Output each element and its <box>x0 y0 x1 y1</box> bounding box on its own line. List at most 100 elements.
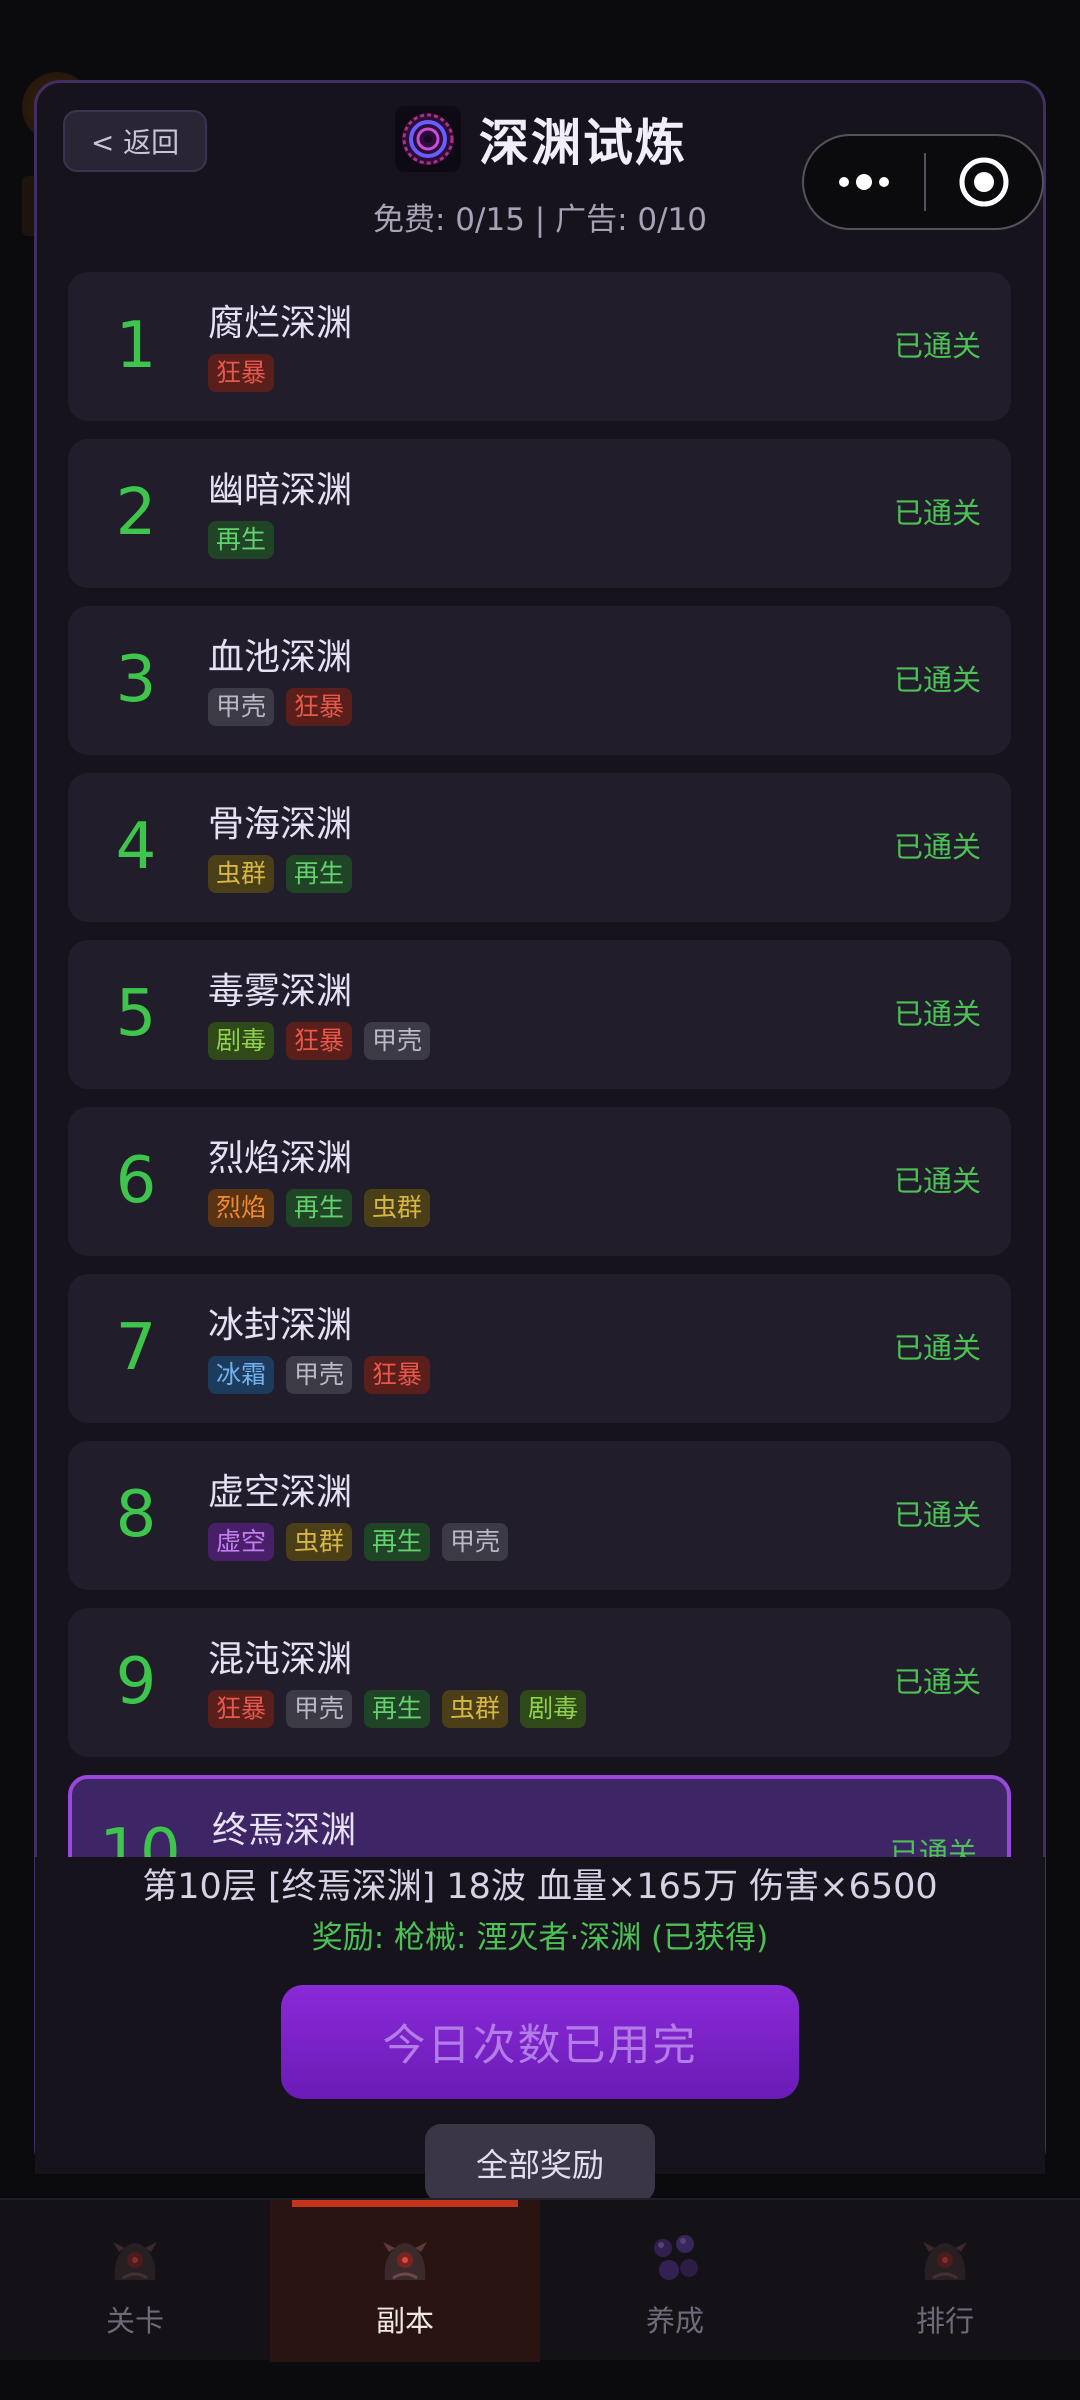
active-tab-indicator <box>292 2200 518 2207</box>
modifier-tag: 虫群 <box>442 1690 509 1728</box>
level-row-5[interactable]: 5 毒雾深渊剧毒 狂暴 甲壳 已通关 <box>68 940 1011 1089</box>
modifier-tag: 狂暴 <box>208 354 275 392</box>
clear-status: 已通关 <box>893 830 981 864</box>
modifier-tag: 剧毒 <box>520 1690 587 1728</box>
modifier-tag: 虫群 <box>286 1523 353 1561</box>
clear-status: 已通关 <box>893 997 981 1031</box>
modifier-tags: 虫群 再生 <box>208 855 364 893</box>
level-number: 3 <box>115 643 157 717</box>
level-name: 冰封深渊 <box>208 1305 353 1346</box>
nav-label: 副本 <box>375 2304 434 2338</box>
modifier-tags: 狂暴 <box>208 354 286 392</box>
modifier-tag: 甲壳 <box>364 1022 431 1060</box>
level-number: 4 <box>115 810 157 884</box>
level-row-3[interactable]: 3 血池深渊甲壳 狂暴 已通关 <box>68 606 1011 755</box>
clear-status: 已通关 <box>893 1498 981 1532</box>
panel-header: 深渊试炼 <box>395 104 687 174</box>
level-name: 虚空深渊 <box>208 1472 353 1513</box>
start-challenge-button[interactable]: 今日次数已用完 <box>281 1985 799 2099</box>
nav-tab-3[interactable]: 排行 <box>810 2200 1080 2362</box>
modifier-tags: 甲壳 狂暴 <box>208 688 364 726</box>
clear-status: 已通关 <box>893 1331 981 1365</box>
modifier-tag: 再生 <box>286 1189 353 1227</box>
level-list[interactable]: 1 腐烂深渊 狂暴 已通关 2 幽暗深渊 再生 已通关 3 血池深渊 甲壳 狂暴 已通关 4 骨海深渊 虫群再… <box>0 272 1080 1857</box>
level-number: 10 <box>99 1816 181 1857</box>
page-title: 深渊试炼 <box>479 114 687 172</box>
modifier-tag: 狂暴 <box>286 688 353 726</box>
modifier-tags: 冰霜 甲壳 狂暴 <box>208 1356 442 1394</box>
nav-label: 关卡 <box>105 2304 164 2338</box>
level-number: 7 <box>115 1311 157 1385</box>
nav-label: 排行 <box>915 2304 974 2338</box>
target-close-icon <box>959 157 1009 207</box>
nav-tab-0[interactable]: 关卡 <box>0 2200 270 2362</box>
floor-info: 第10层 [终焉深渊] 18波 血量×165万 伤害×6500 <box>142 1867 938 1907</box>
level-number: 8 <box>115 1478 157 1552</box>
gems-icon <box>645 2230 705 2290</box>
monster-icon <box>915 2230 975 2290</box>
modifier-tag: 甲壳 <box>286 1356 353 1394</box>
nav-tab-2[interactable]: 养成 <box>540 2200 810 2362</box>
modifier-tag: 狂暴 <box>208 1690 275 1728</box>
level-number: 6 <box>115 1144 157 1218</box>
clear-status: 已通关 <box>893 663 981 697</box>
modifier-tags: 剧毒 狂暴 甲壳 <box>208 1022 442 1060</box>
level-row-2[interactable]: 2 幽暗深渊 再生 已通关 <box>68 439 1011 588</box>
abyss-portal-icon <box>395 106 461 172</box>
clear-status: 已通关 <box>893 496 981 530</box>
level-row-8[interactable]: 8 虚空深渊虚空 虫群 再生 甲壳 已通关 <box>68 1441 1011 1590</box>
monster-icon <box>375 2230 435 2290</box>
clear-status: 已通关 <box>889 1836 977 1857</box>
modifier-tag: 狂暴 <box>286 1022 353 1060</box>
close-miniprogram-button[interactable] <box>926 136 1042 228</box>
miniprogram-capsule <box>802 134 1044 230</box>
level-name: 毒雾深渊 <box>208 971 353 1012</box>
monster-icon <box>105 2230 165 2290</box>
level-number: 5 <box>115 977 157 1051</box>
modifier-tags: 再生 <box>208 521 286 559</box>
level-row-7[interactable]: 7 冰封深渊冰霜 甲壳 狂暴 已通关 <box>68 1274 1011 1423</box>
clear-status: 已通关 <box>893 1164 981 1198</box>
modifier-tag: 虫群 <box>364 1189 431 1227</box>
modifier-tag: 甲壳 <box>442 1523 509 1561</box>
level-row-6[interactable]: 6 烈焰深渊烈焰 再生 虫群 已通关 <box>68 1107 1011 1256</box>
nav-tab-1[interactable]: 副本 <box>270 2200 540 2362</box>
bottom-nav: 关卡 副本 养成 排行 <box>0 2198 1080 2362</box>
back-button[interactable]: < 返回 <box>63 110 207 172</box>
level-name: 幽暗深渊 <box>208 470 353 511</box>
modifier-tag: 甲壳 <box>286 1690 353 1728</box>
all-rewards-button[interactable]: 全部奖励 <box>425 2124 655 2202</box>
modifier-tag: 冰霜 <box>208 1356 275 1394</box>
reward-info: 奖励: 枪械: 湮灭者·深渊 (已获得) <box>311 1920 769 1956</box>
level-row-9[interactable]: 9 混沌深渊狂暴 甲壳 再生 虫群 剧毒 已通关 <box>68 1608 1011 1757</box>
level-name: 混沌深渊 <box>208 1639 353 1680</box>
level-number: 9 <box>115 1645 157 1719</box>
clear-status: 已通关 <box>893 329 981 363</box>
screen: < 返回 深渊试炼 免费: 0/15 | 广告: 0/10 1 腐烂深渊 狂暴 … <box>0 0 1080 2400</box>
modifier-tags: 烈焰 再生 虫群 <box>208 1189 442 1227</box>
modifier-tag: 再生 <box>286 855 353 893</box>
level-name: 烈焰深渊 <box>208 1138 353 1179</box>
level-row-10[interactable]: 10 终焉深渊已通关 <box>68 1775 1011 1857</box>
modifier-tag: 再生 <box>364 1523 431 1561</box>
modifier-tag: 再生 <box>364 1690 431 1728</box>
modifier-tag: 再生 <box>208 521 275 559</box>
modifier-tag: 剧毒 <box>208 1022 275 1060</box>
level-name: 终焉深渊 <box>212 1810 357 1851</box>
level-row-1[interactable]: 1 腐烂深渊狂暴 已通关 <box>68 272 1011 421</box>
level-number: 1 <box>115 309 157 383</box>
more-dots-icon <box>839 174 889 190</box>
modifier-tag: 狂暴 <box>364 1356 431 1394</box>
level-name: 腐烂深渊 <box>208 303 353 344</box>
more-menu-button[interactable] <box>804 136 924 228</box>
level-name: 血池深渊 <box>208 637 353 678</box>
modifier-tags: 虚空 虫群 再生 甲壳 <box>208 1523 520 1561</box>
modifier-tag: 甲壳 <box>208 688 275 726</box>
level-name: 骨海深渊 <box>208 804 353 845</box>
modifier-tag: 虚空 <box>208 1523 275 1561</box>
nav-label: 养成 <box>645 2304 704 2338</box>
level-row-4[interactable]: 4 骨海深渊虫群 再生 已通关 <box>68 773 1011 922</box>
clear-status: 已通关 <box>893 1665 981 1699</box>
modifier-tag: 烈焰 <box>208 1189 275 1227</box>
modifier-tags: 狂暴 甲壳 再生 虫群 剧毒 <box>208 1690 598 1728</box>
